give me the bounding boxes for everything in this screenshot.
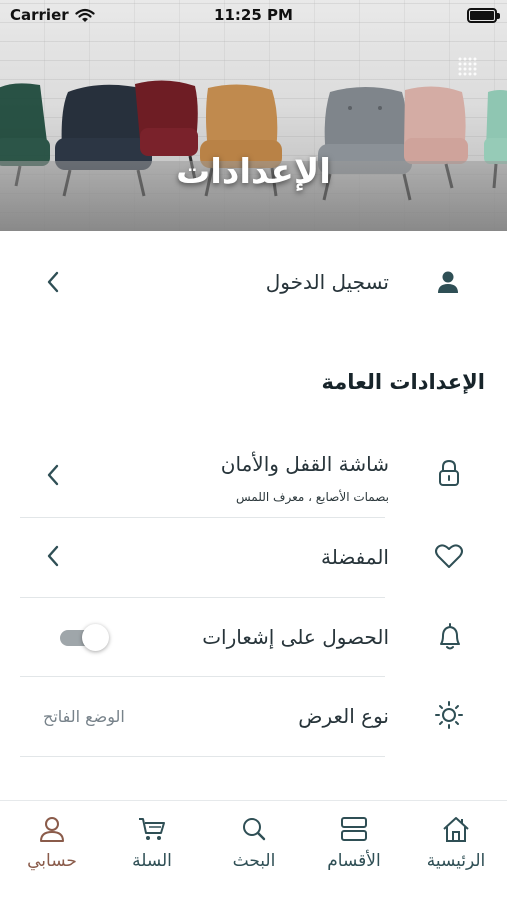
divider bbox=[20, 676, 385, 677]
wifi-icon bbox=[75, 8, 95, 22]
tab-home[interactable]: الرئيسية bbox=[411, 815, 501, 871]
tab-search-label: البحث bbox=[232, 851, 276, 871]
favorites-label: المفضلة bbox=[320, 545, 389, 569]
battery-icon bbox=[467, 7, 500, 23]
carrier-label: Carrier bbox=[10, 6, 69, 24]
toggle-knob bbox=[82, 624, 109, 651]
cart-icon bbox=[139, 818, 165, 840]
lock-subtitle: بصمات الأصابع ، معرف اللمس bbox=[236, 490, 389, 504]
login-row[interactable]: تسجيل الدخول bbox=[0, 250, 507, 314]
chevron-left-icon bbox=[47, 271, 59, 293]
lock-security-row[interactable]: شاشة القفل والأمان بصمات الأصابع ، معرف … bbox=[0, 440, 507, 516]
divider bbox=[20, 517, 385, 518]
tab-home-label: الرئيسية bbox=[426, 851, 486, 871]
display-mode-value: الوضع الفاتح bbox=[43, 707, 125, 726]
categories-icon bbox=[341, 817, 367, 841]
page-title: الإعدادات bbox=[176, 152, 331, 192]
tab-search[interactable]: البحث bbox=[209, 815, 299, 871]
account-icon bbox=[40, 817, 64, 842]
section-title: الإعدادات العامة bbox=[321, 370, 485, 394]
divider bbox=[20, 756, 385, 757]
display-mode-label: نوع العرض bbox=[298, 704, 389, 728]
bottom-tab-bar: الرئيسية الأقسام البحث السلة حسابي bbox=[0, 800, 507, 900]
favorites-row[interactable]: المفضلة bbox=[0, 528, 507, 588]
chevron-left-icon bbox=[47, 464, 59, 486]
tab-categories-label: الأقسام bbox=[327, 851, 381, 871]
notifications-toggle[interactable] bbox=[60, 624, 110, 651]
login-label: تسجيل الدخول bbox=[265, 270, 389, 294]
search-icon bbox=[243, 818, 266, 841]
bell-icon bbox=[440, 623, 460, 650]
tab-account[interactable]: حسابي bbox=[7, 815, 97, 871]
user-icon bbox=[438, 271, 458, 293]
tab-account-label: حسابي bbox=[27, 851, 77, 871]
status-bar: Carrier 11:25 PM bbox=[0, 0, 507, 30]
dots-grid-icon[interactable] bbox=[457, 56, 479, 78]
lock-icon bbox=[439, 459, 459, 486]
tab-cart[interactable]: السلة bbox=[107, 815, 197, 871]
sun-icon bbox=[435, 701, 463, 729]
heart-icon bbox=[435, 544, 463, 568]
lock-label: شاشة القفل والأمان bbox=[220, 452, 389, 476]
divider bbox=[20, 597, 385, 598]
tab-cart-label: السلة bbox=[132, 851, 172, 871]
notifications-label: الحصول على إشعارات bbox=[202, 625, 389, 649]
home-icon bbox=[443, 817, 469, 842]
tab-categories[interactable]: الأقسام bbox=[309, 815, 399, 871]
header-banner: الإعدادات bbox=[0, 0, 507, 231]
display-mode-row[interactable]: الوضع الفاتح نوع العرض bbox=[0, 686, 507, 746]
chevron-left-icon bbox=[47, 545, 59, 567]
